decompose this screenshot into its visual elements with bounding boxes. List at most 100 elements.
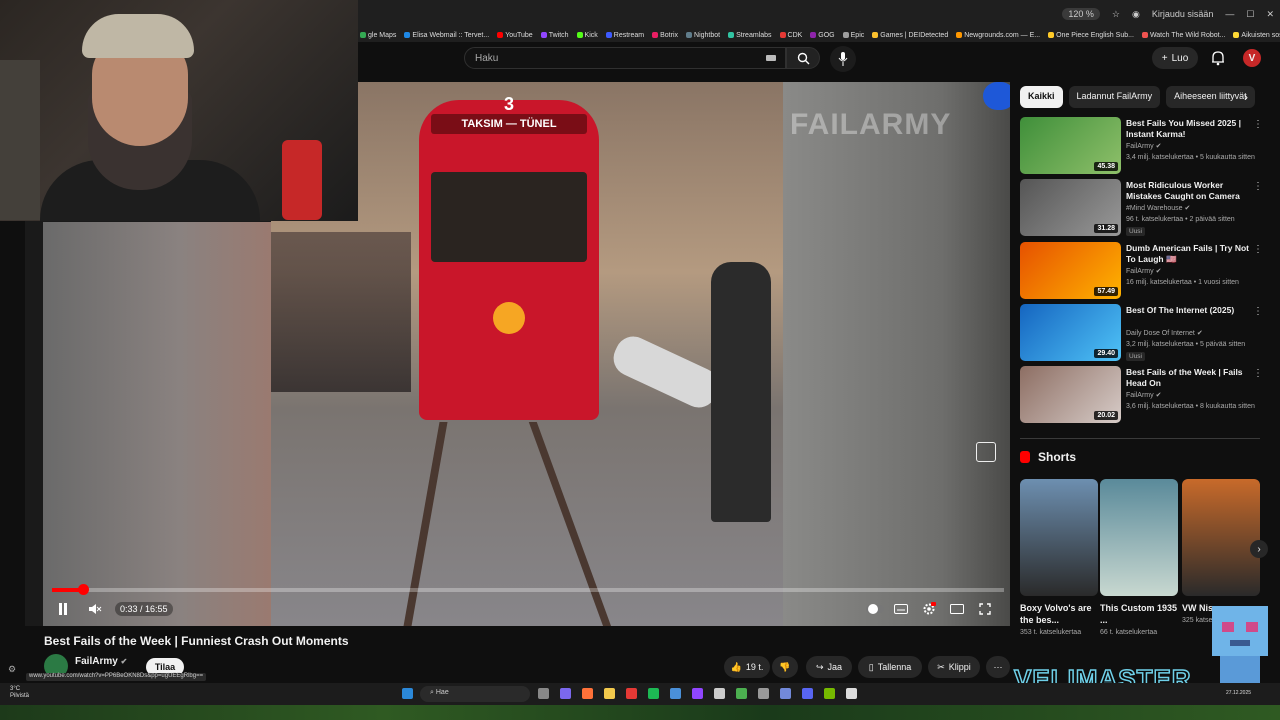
more-vertical-icon[interactable]: ⋮ [1253,368,1263,379]
recommended-video[interactable]: 29.40 Best Of The Internet (2025) Daily Do… [1020,304,1270,364]
video-thumbnail[interactable]: 31.28 [1020,179,1121,236]
channel-name[interactable]: FailArmy ✔ [75,656,127,667]
clip-button[interactable]: ✂ Klippi [928,656,980,678]
create-button[interactable]: + Luo [1152,47,1198,69]
bookmark-item[interactable]: gle Maps [360,32,396,39]
miniplayer-icon[interactable] [976,442,996,462]
profile-icon[interactable]: ◉ [1132,9,1140,20]
video-title[interactable]: Best Fails of the Week | Fails Head On [1126,367,1254,389]
short-thumbnail[interactable] [1182,479,1260,596]
video-thumbnail[interactable]: 29.40 [1020,304,1121,361]
filter-chip[interactable]: Kaikki [1020,86,1063,108]
video-thumbnail[interactable]: 45.38 [1020,117,1121,174]
search-input[interactable]: Haku [464,47,786,69]
bookmark-item[interactable]: Epic [842,32,864,39]
minimize-icon[interactable]: — [1225,9,1234,19]
filter-chip[interactable]: Ladannut FailArmy [1068,86,1161,108]
bookmark-item[interactable]: One Piece English Sub... [1048,32,1134,39]
account-avatar[interactable]: V [1243,49,1261,67]
app-icon[interactable] [714,688,725,699]
bookmark-item[interactable]: Kick [576,32,598,39]
app-icon[interactable] [670,688,681,699]
bookmark-item[interactable]: Botrix [652,32,678,39]
recommended-video[interactable]: 20.02 Best Fails of the Week | Fails Head… [1020,366,1270,426]
video-channel[interactable]: Daily Dose Of Internet ✔ [1126,329,1203,337]
scrubber-handle[interactable] [77,584,89,595]
video-title[interactable]: Most Ridiculous Worker Mistakes Caught o… [1126,180,1254,202]
spotify-icon[interactable] [648,688,659,699]
subtitles-button[interactable] [890,598,912,620]
bookmark-item[interactable]: YouTube [497,32,533,39]
video-channel[interactable]: #Mind Warehouse ✔ [1126,204,1190,212]
short-item[interactable]: Boxy Volvo's are the bes... 353 t. katsel… [1020,479,1098,637]
windows-start-icon[interactable] [402,688,413,699]
store-icon[interactable] [626,688,637,699]
more-vertical-icon[interactable]: ⋮ [1253,306,1263,317]
short-thumbnail[interactable] [1020,479,1098,596]
taskbar-search[interactable]: ⌕ Hae [420,686,530,702]
dislike-button[interactable]: 👎 [772,656,798,678]
shorts-next-button[interactable]: › [1250,540,1268,558]
app-icon[interactable] [780,688,791,699]
progress-bar[interactable] [52,588,1004,592]
app-icon[interactable] [560,688,571,699]
more-vertical-icon[interactable]: ⋮ [1253,119,1263,130]
video-title[interactable]: Dumb American Fails | Try Not To Laugh 🇺… [1126,243,1254,265]
save-button[interactable]: ▯ Tallenna [858,656,922,678]
bookmark-item[interactable]: GOG [810,32,835,39]
gear-icon[interactable]: ⚙ [8,664,16,675]
bookmark-item[interactable]: Newgrounds.com — E... [956,32,1040,39]
share-button[interactable]: ↪ Jaa [806,656,852,678]
bookmark-item[interactable]: Aikuisten sosiaalipalve... [1233,32,1280,39]
autoplay-toggle[interactable] [864,598,886,620]
zoom-indicator[interactable]: 120 % [1062,8,1100,20]
steam-icon[interactable] [758,688,769,699]
video-thumbnail[interactable]: 57.49 [1020,242,1121,299]
bookmark-item[interactable]: Nightbot [686,32,720,39]
mute-button[interactable] [84,598,106,620]
firefox-icon[interactable] [582,688,593,699]
chevron-right-icon[interactable]: › [1244,90,1248,104]
nvidia-icon[interactable] [824,688,835,699]
bookmark-item[interactable]: Games | DEIDetected [872,32,948,39]
xbox-icon[interactable] [736,688,747,699]
bookmark-item[interactable]: Elisa Webmail :: Tervet... [404,32,489,39]
app-icon[interactable] [846,688,857,699]
task-view-icon[interactable] [538,688,549,699]
bookmark-item[interactable]: Restream [605,32,644,39]
keyboard-icon[interactable] [766,55,776,61]
weather-widget[interactable]: 3°C Pilvistä [10,686,29,700]
video-title[interactable]: Best Fails You Missed 2025 | Instant Kar… [1126,118,1254,140]
theater-mode-button[interactable] [946,598,968,620]
twitch-icon[interactable] [692,688,703,699]
recommended-video[interactable]: 57.49 Dumb American Fails | Try Not To La… [1020,242,1270,302]
more-vertical-icon[interactable]: ⋮ [1253,244,1263,255]
file-explorer-icon[interactable] [604,688,615,699]
notifications-bell-icon[interactable] [1210,50,1226,66]
more-actions-button[interactable]: ⋯ [986,656,1010,678]
fullscreen-button[interactable] [974,598,996,620]
video-channel[interactable]: FailArmy ✔ [1126,391,1161,399]
discord-icon[interactable] [802,688,813,699]
close-icon[interactable]: ✕ [1266,9,1274,20]
like-button[interactable]: 👍 19 t. [724,656,770,678]
recommended-video[interactable]: 31.28 Most Ridiculous Worker Mistakes Cau… [1020,179,1270,239]
voice-search-button[interactable] [830,46,856,72]
filter-chip[interactable]: Aiheeseen liittyvät [1166,86,1255,108]
pause-button[interactable] [52,598,74,620]
video-channel[interactable]: FailArmy ✔ [1126,267,1161,275]
maximize-icon[interactable]: ☐ [1246,9,1254,20]
video-title[interactable]: Best Of The Internet (2025) [1126,305,1254,316]
settings-button[interactable] [918,598,940,620]
bookmark-item[interactable]: CDK [779,32,802,39]
search-button[interactable] [786,47,820,69]
short-item[interactable]: This Custom 1935 ... 66 t. katselukertaa [1100,479,1178,637]
bookmark-item[interactable]: Watch The Wild Robot... [1141,32,1225,39]
signin-label[interactable]: Kirjaudu sisään [1152,9,1214,19]
star-icon[interactable]: ☆ [1112,9,1120,20]
bookmark-item[interactable]: Twitch [540,32,569,39]
short-title[interactable]: Boxy Volvo's are the bes... [1020,602,1098,626]
video-channel[interactable]: FailArmy ✔ [1126,142,1161,150]
video-thumbnail[interactable]: 20.02 [1020,366,1121,423]
recommended-video[interactable]: 45.38 Best Fails You Missed 2025 | Instan… [1020,117,1270,177]
